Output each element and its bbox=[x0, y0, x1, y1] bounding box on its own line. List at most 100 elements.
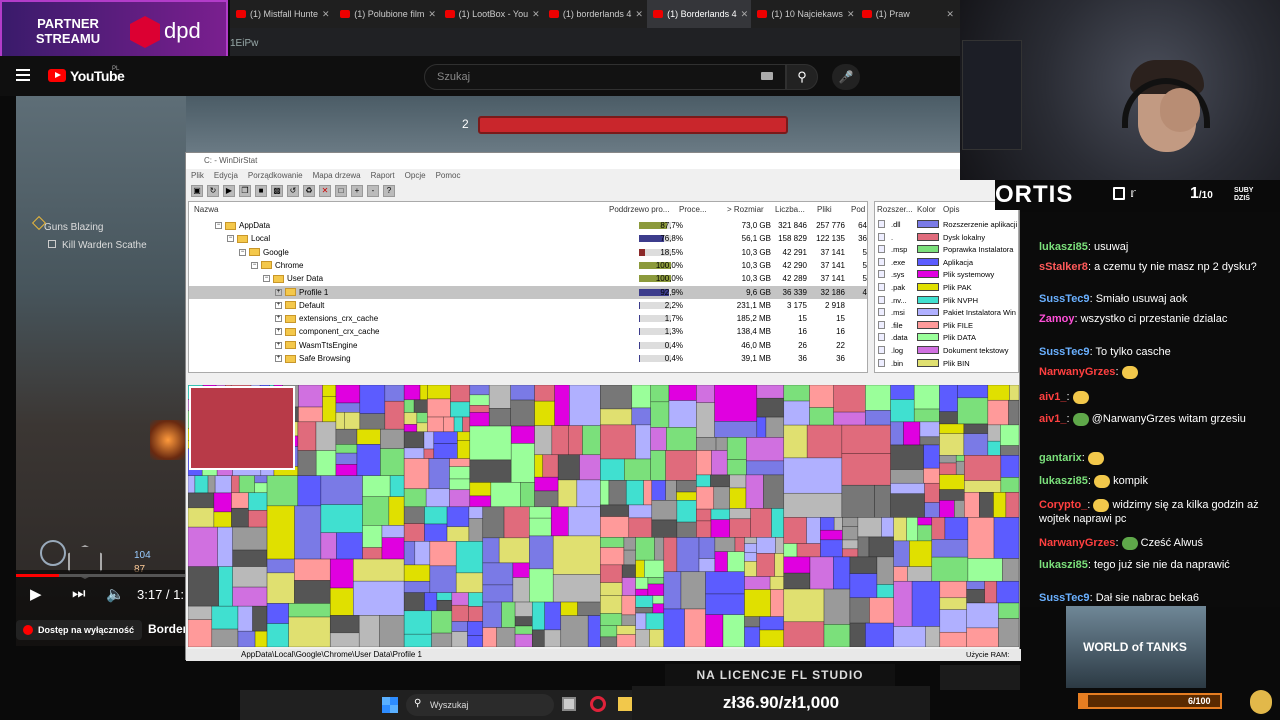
treemap-block[interactable] bbox=[809, 407, 834, 426]
treemap-block[interactable] bbox=[188, 507, 215, 528]
treemap-block[interactable] bbox=[403, 610, 432, 635]
treemap-block[interactable] bbox=[874, 484, 891, 518]
treemap-block[interactable] bbox=[552, 535, 601, 575]
treemap-block[interactable] bbox=[557, 454, 580, 481]
chat-username[interactable]: SussTec9 bbox=[1039, 346, 1090, 358]
treemap-block[interactable] bbox=[252, 605, 268, 632]
treemap-block[interactable] bbox=[907, 566, 933, 582]
treemap-block[interactable] bbox=[663, 571, 682, 610]
treemap-block[interactable] bbox=[600, 547, 625, 566]
treemap-block[interactable] bbox=[266, 505, 295, 560]
treemap-block[interactable] bbox=[966, 602, 999, 629]
treemap-block[interactable] bbox=[298, 385, 323, 408]
treemap-block[interactable] bbox=[924, 482, 940, 503]
treemap-block[interactable] bbox=[763, 474, 785, 509]
treemap[interactable] bbox=[188, 385, 1019, 647]
treemap-block[interactable] bbox=[783, 424, 808, 459]
treemap-block[interactable] bbox=[865, 410, 891, 426]
treemap-block[interactable] bbox=[315, 450, 337, 477]
treemap-block[interactable] bbox=[413, 399, 428, 413]
treemap-block[interactable] bbox=[449, 478, 471, 491]
treemap-block[interactable] bbox=[600, 458, 625, 481]
treemap-block[interactable] bbox=[756, 553, 776, 577]
treemap-block[interactable] bbox=[534, 490, 559, 508]
treemap-block[interactable] bbox=[433, 443, 458, 459]
treemap-block[interactable] bbox=[809, 385, 834, 408]
treemap-block[interactable] bbox=[237, 605, 253, 632]
treemap-block[interactable] bbox=[427, 416, 444, 433]
treemap-block[interactable] bbox=[621, 577, 636, 596]
treemap-block[interactable] bbox=[939, 423, 965, 434]
treemap-block[interactable] bbox=[893, 517, 907, 542]
youtube-play-logo-icon[interactable] bbox=[48, 69, 66, 82]
treemap-block[interactable] bbox=[403, 447, 425, 459]
menu-item[interactable]: Opcje bbox=[405, 171, 426, 183]
treemap-block[interactable] bbox=[676, 537, 700, 573]
treemap-block[interactable] bbox=[482, 601, 502, 628]
treemap-block[interactable] bbox=[514, 616, 533, 627]
treemap-block[interactable] bbox=[469, 459, 512, 483]
treemap-block[interactable] bbox=[651, 480, 666, 501]
close-tab-icon[interactable]: ✕ bbox=[635, 9, 643, 20]
treemap-block[interactable] bbox=[966, 627, 999, 647]
collapse-icon[interactable]: − bbox=[263, 275, 270, 283]
menu-item[interactable]: Porządkowanie bbox=[248, 171, 303, 183]
treemap-block[interactable] bbox=[490, 482, 521, 508]
treemap-block[interactable] bbox=[468, 506, 484, 519]
treemap-block[interactable] bbox=[876, 556, 895, 585]
treemap-block[interactable] bbox=[913, 408, 940, 423]
search-button[interactable]: ⚲ bbox=[786, 64, 818, 90]
search-input[interactable]: Szukaj bbox=[424, 64, 786, 90]
treemap-block[interactable] bbox=[714, 537, 736, 552]
treemap-block[interactable] bbox=[608, 480, 627, 506]
treemap-block[interactable] bbox=[684, 608, 706, 647]
close-tab-icon[interactable]: ✕ bbox=[322, 9, 330, 20]
treemap-block[interactable] bbox=[534, 476, 559, 492]
treemap-block[interactable] bbox=[635, 424, 651, 460]
treemap-block[interactable] bbox=[770, 589, 785, 617]
treemap-block[interactable] bbox=[512, 562, 530, 578]
treemap-block[interactable] bbox=[893, 566, 908, 582]
treemap-block[interactable] bbox=[663, 608, 685, 647]
treemap-block[interactable] bbox=[756, 537, 776, 554]
treemap-block[interactable] bbox=[881, 517, 895, 538]
treemap-block[interactable] bbox=[231, 492, 249, 509]
treemap-block[interactable] bbox=[429, 541, 457, 567]
treemap-block[interactable] bbox=[783, 543, 798, 558]
chat-username[interactable]: SussTec9 bbox=[1039, 592, 1090, 604]
treemap-block[interactable] bbox=[403, 385, 421, 401]
treemap-block[interactable] bbox=[696, 437, 717, 451]
treemap-block[interactable] bbox=[531, 601, 546, 631]
treemap-block[interactable] bbox=[419, 385, 428, 401]
treemap-block[interactable] bbox=[297, 450, 317, 477]
treemap-block[interactable] bbox=[423, 448, 435, 459]
treemap-block[interactable] bbox=[433, 431, 458, 444]
treemap-block[interactable] bbox=[329, 587, 354, 616]
treemap-block[interactable] bbox=[514, 633, 533, 647]
treemap-block[interactable] bbox=[966, 580, 985, 590]
taskbar-search[interactable]: Wyszukaj bbox=[406, 694, 554, 716]
treemap-block[interactable] bbox=[320, 504, 363, 534]
treemap-block[interactable] bbox=[796, 543, 821, 558]
treemap-block[interactable] bbox=[967, 517, 995, 559]
chat-username[interactable]: lukaszi85 bbox=[1039, 241, 1088, 253]
treemap-block[interactable] bbox=[416, 412, 428, 424]
treemap-block[interactable] bbox=[993, 517, 1019, 559]
treemap-block[interactable] bbox=[329, 632, 360, 647]
chat-username[interactable]: gantarix bbox=[1039, 452, 1082, 464]
extension-list[interactable]: Rozszer... Kolor Opis .dll Rozszerzenie apl… bbox=[874, 201, 1019, 373]
treemap-block[interactable] bbox=[696, 450, 712, 476]
treemap-block[interactable] bbox=[431, 610, 453, 634]
treemap-block[interactable] bbox=[676, 500, 697, 523]
treemap-block[interactable] bbox=[729, 518, 751, 538]
treemap-block[interactable] bbox=[783, 385, 810, 402]
collapse-icon[interactable]: − bbox=[251, 261, 258, 269]
treemap-block[interactable] bbox=[635, 537, 655, 561]
chat-username[interactable]: aiv1_ bbox=[1039, 391, 1067, 403]
treemap-block[interactable] bbox=[1000, 477, 1019, 493]
chat-username[interactable]: NarwanyGrzes bbox=[1039, 537, 1115, 549]
treemap-block[interactable] bbox=[714, 421, 758, 438]
treemap-block[interactable] bbox=[680, 571, 706, 610]
treemap-block[interactable] bbox=[984, 580, 998, 604]
treemap-block[interactable] bbox=[429, 565, 457, 593]
